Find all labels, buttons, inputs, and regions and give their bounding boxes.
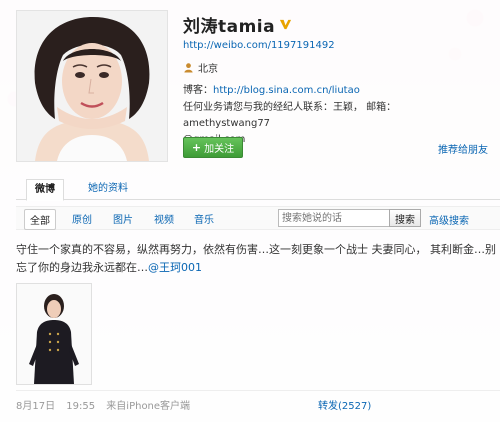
search-button[interactable]: 搜索 xyxy=(389,209,421,227)
feed-filter-bar: 全部 原创 图片 视频 音乐 搜索 高级搜索 xyxy=(16,206,500,230)
search-input[interactable] xyxy=(278,209,390,227)
post-date[interactable]: 8月17日 xyxy=(16,401,55,412)
filter-images[interactable]: 图片 xyxy=(113,211,133,226)
advanced-search-link[interactable]: 高级搜索 xyxy=(429,212,469,227)
location-text: 北京 xyxy=(198,64,218,75)
profile-url-link[interactable]: http://weibo.com/1197191492 xyxy=(183,40,335,51)
post-mention-link[interactable]: @王珂001 xyxy=(148,261,202,274)
repost-link[interactable]: 转发(2527) xyxy=(318,397,371,412)
blog-link[interactable]: http://blog.sina.com.cn/liutao xyxy=(213,85,360,96)
profile-tabs: 微博 她的资料 xyxy=(16,179,500,201)
tab-her-profile[interactable]: 她的资料 xyxy=(80,179,136,199)
post-meta: 8月17日 19:55 来自iPhone客户端 xyxy=(16,397,198,412)
profile-card: 刘涛tamia http://weibo.com/1197191492 北京 博… xyxy=(0,0,500,422)
post-body: 守住一个家真的不容易，纵然再努力，依然有伤害…这一刻更象一个战士 夫妻同心， 其… xyxy=(16,243,496,274)
post-divider xyxy=(16,390,500,391)
recommend-to-friends-link[interactable]: 推荐给朋友 xyxy=(438,141,488,156)
verified-v-icon[interactable] xyxy=(279,18,292,31)
follow-button-label: 加关注 xyxy=(204,144,235,155)
profile-name-row: 刘涛tamia xyxy=(183,12,292,37)
filter-videos[interactable]: 视频 xyxy=(154,211,174,226)
profile-name: 刘涛tamia xyxy=(183,17,276,37)
filter-music[interactable]: 音乐 xyxy=(194,211,214,226)
person-icon xyxy=(184,63,193,73)
post-source[interactable]: 来自iPhone客户端 xyxy=(106,401,190,412)
blog-row: 博客：http://blog.sina.com.cn/liutao xyxy=(183,81,360,96)
follow-button[interactable]: + 加关注 xyxy=(183,137,243,158)
tab-weibo[interactable]: 微博 xyxy=(26,179,64,201)
filter-all[interactable]: 全部 xyxy=(24,209,56,230)
filter-original[interactable]: 原创 xyxy=(72,211,92,226)
post-text: 守住一个家真的不容易，纵然再努力，依然有伤害…这一刻更象一个战士 夫妻同心， 其… xyxy=(16,241,496,277)
blog-label: 博客： xyxy=(183,85,213,96)
avatar[interactable] xyxy=(16,10,168,162)
post-image[interactable] xyxy=(16,283,92,385)
contact-line: 任何业务请您与我的经纪人联系：王颖， 邮箱：amethystwang77 xyxy=(183,102,397,129)
plus-icon: + xyxy=(191,141,202,154)
post-time[interactable]: 19:55 xyxy=(66,401,95,412)
location-row: 北京 xyxy=(183,60,218,75)
